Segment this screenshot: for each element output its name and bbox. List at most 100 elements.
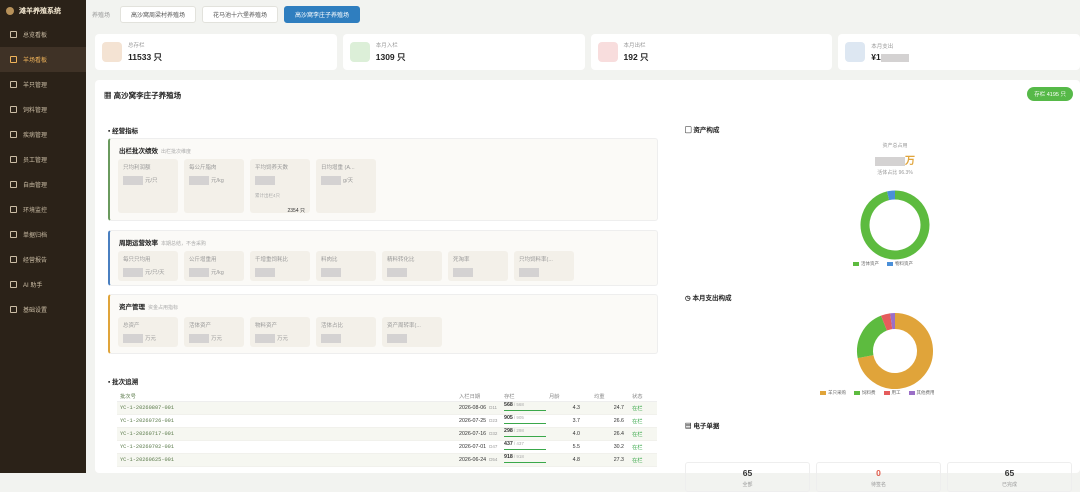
out-icon	[598, 42, 618, 62]
legend-live: 活体资产	[853, 261, 879, 267]
metric-card3-2: 物料资产万元	[250, 317, 310, 347]
in-icon	[350, 42, 370, 62]
sidebar-item-2[interactable]: 羊只管理	[0, 72, 86, 97]
redacted-block	[255, 334, 275, 343]
batch-title: ▪ 批次追溯	[108, 376, 138, 386]
batch-age-cell: 5.5	[549, 444, 594, 450]
sidebar-item-7[interactable]: 环境监控	[0, 197, 86, 222]
metric-card2-0: 每只只均用元/只/天	[118, 251, 178, 281]
metric-value	[321, 334, 343, 343]
sidebar-item-label: 羊只管理	[23, 80, 47, 89]
metric-unit: 万元	[211, 336, 222, 342]
sidebar-item-label: 饲料管理	[23, 105, 47, 114]
slice-饲料费[interactable]	[865, 323, 884, 357]
asset-chart-title-text: 资产构成	[693, 127, 719, 134]
doc-done[interactable]: 65已完成	[947, 462, 1072, 492]
doc-all[interactable]: 65全部	[685, 462, 810, 492]
metric-card2-3: 料肉比	[316, 251, 376, 281]
sheep-icon	[10, 81, 17, 88]
card-subtitle: 本期总结，不含采购	[161, 241, 206, 247]
card-title: 周期运营效率本期总结，不含采购	[119, 237, 206, 247]
batch-date-cell: 2026-08-06D11	[459, 405, 504, 411]
tab-farm-3[interactable]: 高沙窝李庄子养殖场	[284, 6, 360, 23]
metric-label: 千增重饲耗比	[255, 255, 288, 263]
table-row[interactable]: YC-1-20260726-0012026-07-25D23905/ 9053.…	[117, 415, 657, 428]
redacted-block	[321, 176, 341, 185]
asset-center-label: 资产总占用	[835, 142, 955, 149]
table-row[interactable]: YC-1-20260625-0012026-06-24D54918/ 9184.…	[117, 454, 657, 467]
settings-icon	[10, 306, 17, 313]
sidebar-item-3[interactable]: 饲料管理	[0, 97, 86, 122]
batch-weight: 27.3	[614, 457, 624, 463]
metric-value: 万元	[189, 334, 222, 343]
breadcrumb: 养殖场	[92, 10, 110, 19]
batch-weight-cell: 26.4	[594, 431, 632, 437]
sidebar-item-8[interactable]: 单据归档	[0, 222, 86, 247]
sidebar-item-1[interactable]: 羊场看板	[0, 47, 86, 72]
sidebar-item-4[interactable]: 疾病管理	[0, 122, 86, 147]
batch-age-cell: 4.8	[549, 457, 594, 463]
sidebar-item-10[interactable]: AI 助手	[0, 272, 86, 297]
slice-用工[interactable]	[884, 321, 891, 323]
batch-table: 批次号 入栏日期 存栏 月龄 均重 状态 YC-1-20260807-00120…	[117, 391, 657, 467]
table-row[interactable]: YC-1-20260702-0012026-07-01D47437/ 4375.…	[117, 441, 657, 454]
sidebar-item-label: 总览看板	[23, 30, 47, 39]
metric-card1-0: 只均利润额元/只	[118, 159, 178, 213]
slice-活体资产[interactable]	[865, 195, 925, 255]
sidebar-item-11[interactable]: 基础设置	[0, 297, 86, 322]
batch-age-cell: 4.3	[549, 405, 594, 411]
card-batch-performance: 出栏批次绩效出栏批次维度 只均利润额元/只每公斤脂肉元/kg平均饲养天数累计出栏…	[108, 138, 658, 221]
metric-card2-5: 死淘率	[448, 251, 508, 281]
redacted-block	[387, 268, 407, 277]
expense-chart-title-text: 本月支出构成	[692, 295, 731, 302]
stock-bar	[504, 462, 546, 464]
batch-weight: 26.4	[614, 431, 624, 437]
batch-stock: 437	[504, 441, 513, 447]
stat-value: 192 只	[624, 51, 649, 63]
doc-pending[interactable]: 0待签名	[816, 462, 941, 492]
card-title: 资产管理资金占用指标	[119, 301, 178, 311]
batch-age: 4.3	[573, 405, 580, 411]
batch-date-cell: 2026-07-25D23	[459, 418, 504, 424]
batch-id: YC-1-20260702-001	[117, 444, 459, 450]
asset-chart-title: ▢ 资产构成	[685, 124, 719, 134]
business-title: ▪ 经营指标	[108, 125, 138, 135]
metric-value: 万元	[255, 334, 288, 343]
stat-label: 本月出栏	[624, 41, 649, 49]
sidebar-item-label: 自由管理	[23, 180, 47, 189]
header-weight: 均重	[594, 392, 632, 400]
legend-labor: 用工	[884, 390, 901, 396]
sidebar-item-9[interactable]: 经营报告	[0, 247, 86, 272]
farm-title-text: 高沙窝李庄子养殖场	[114, 91, 182, 100]
stock-bar	[504, 436, 546, 438]
metric-label: 活体占比	[321, 321, 343, 329]
sidebar-item-0[interactable]: 总览看板	[0, 22, 86, 47]
card-title-text: 资产管理	[119, 304, 145, 311]
batch-date: 2026-08-06	[459, 405, 486, 411]
farm-icon: ▦	[104, 91, 114, 100]
redacted-block	[189, 334, 209, 343]
batch-date: 2026-07-25	[459, 418, 486, 424]
sidebar-item-5[interactable]: 员工管理	[0, 147, 86, 172]
metric-value	[321, 268, 343, 277]
slice-物料资产[interactable]	[888, 195, 895, 196]
batch-weight-cell: 24.7	[594, 405, 632, 411]
docs-title: ▤ 电子单据	[685, 420, 719, 430]
stat-label: 本月支出	[871, 42, 908, 50]
tab-farm-1[interactable]: 高沙窝周梁村养殖场	[120, 6, 196, 23]
batch-date: 2026-07-16	[459, 431, 486, 437]
card-title-text: 出栏批次绩效	[119, 148, 158, 155]
metric-card3-3: 活体占比	[316, 317, 376, 347]
sidebar-item-6[interactable]: 自由管理	[0, 172, 86, 197]
stat-label: 本月入栏	[376, 41, 406, 49]
batch-total: / 298	[514, 428, 524, 433]
metric-unit: g/天	[343, 178, 353, 184]
tab-farm-2[interactable]: 花马池十六堡养殖场	[202, 6, 278, 23]
metric-value	[453, 268, 475, 277]
sidebar-item-label: 基础设置	[23, 305, 47, 314]
table-row[interactable]: YC-1-20260717-0012026-07-16D32298/ 2984.…	[117, 428, 657, 441]
doc-done-count: 65	[948, 468, 1071, 478]
table-row[interactable]: YC-1-20260807-0012026-08-06D11568/ 5684.…	[117, 402, 657, 415]
metric-value	[519, 268, 541, 277]
stat-month-in: 本月入栏1309 只	[343, 34, 585, 70]
